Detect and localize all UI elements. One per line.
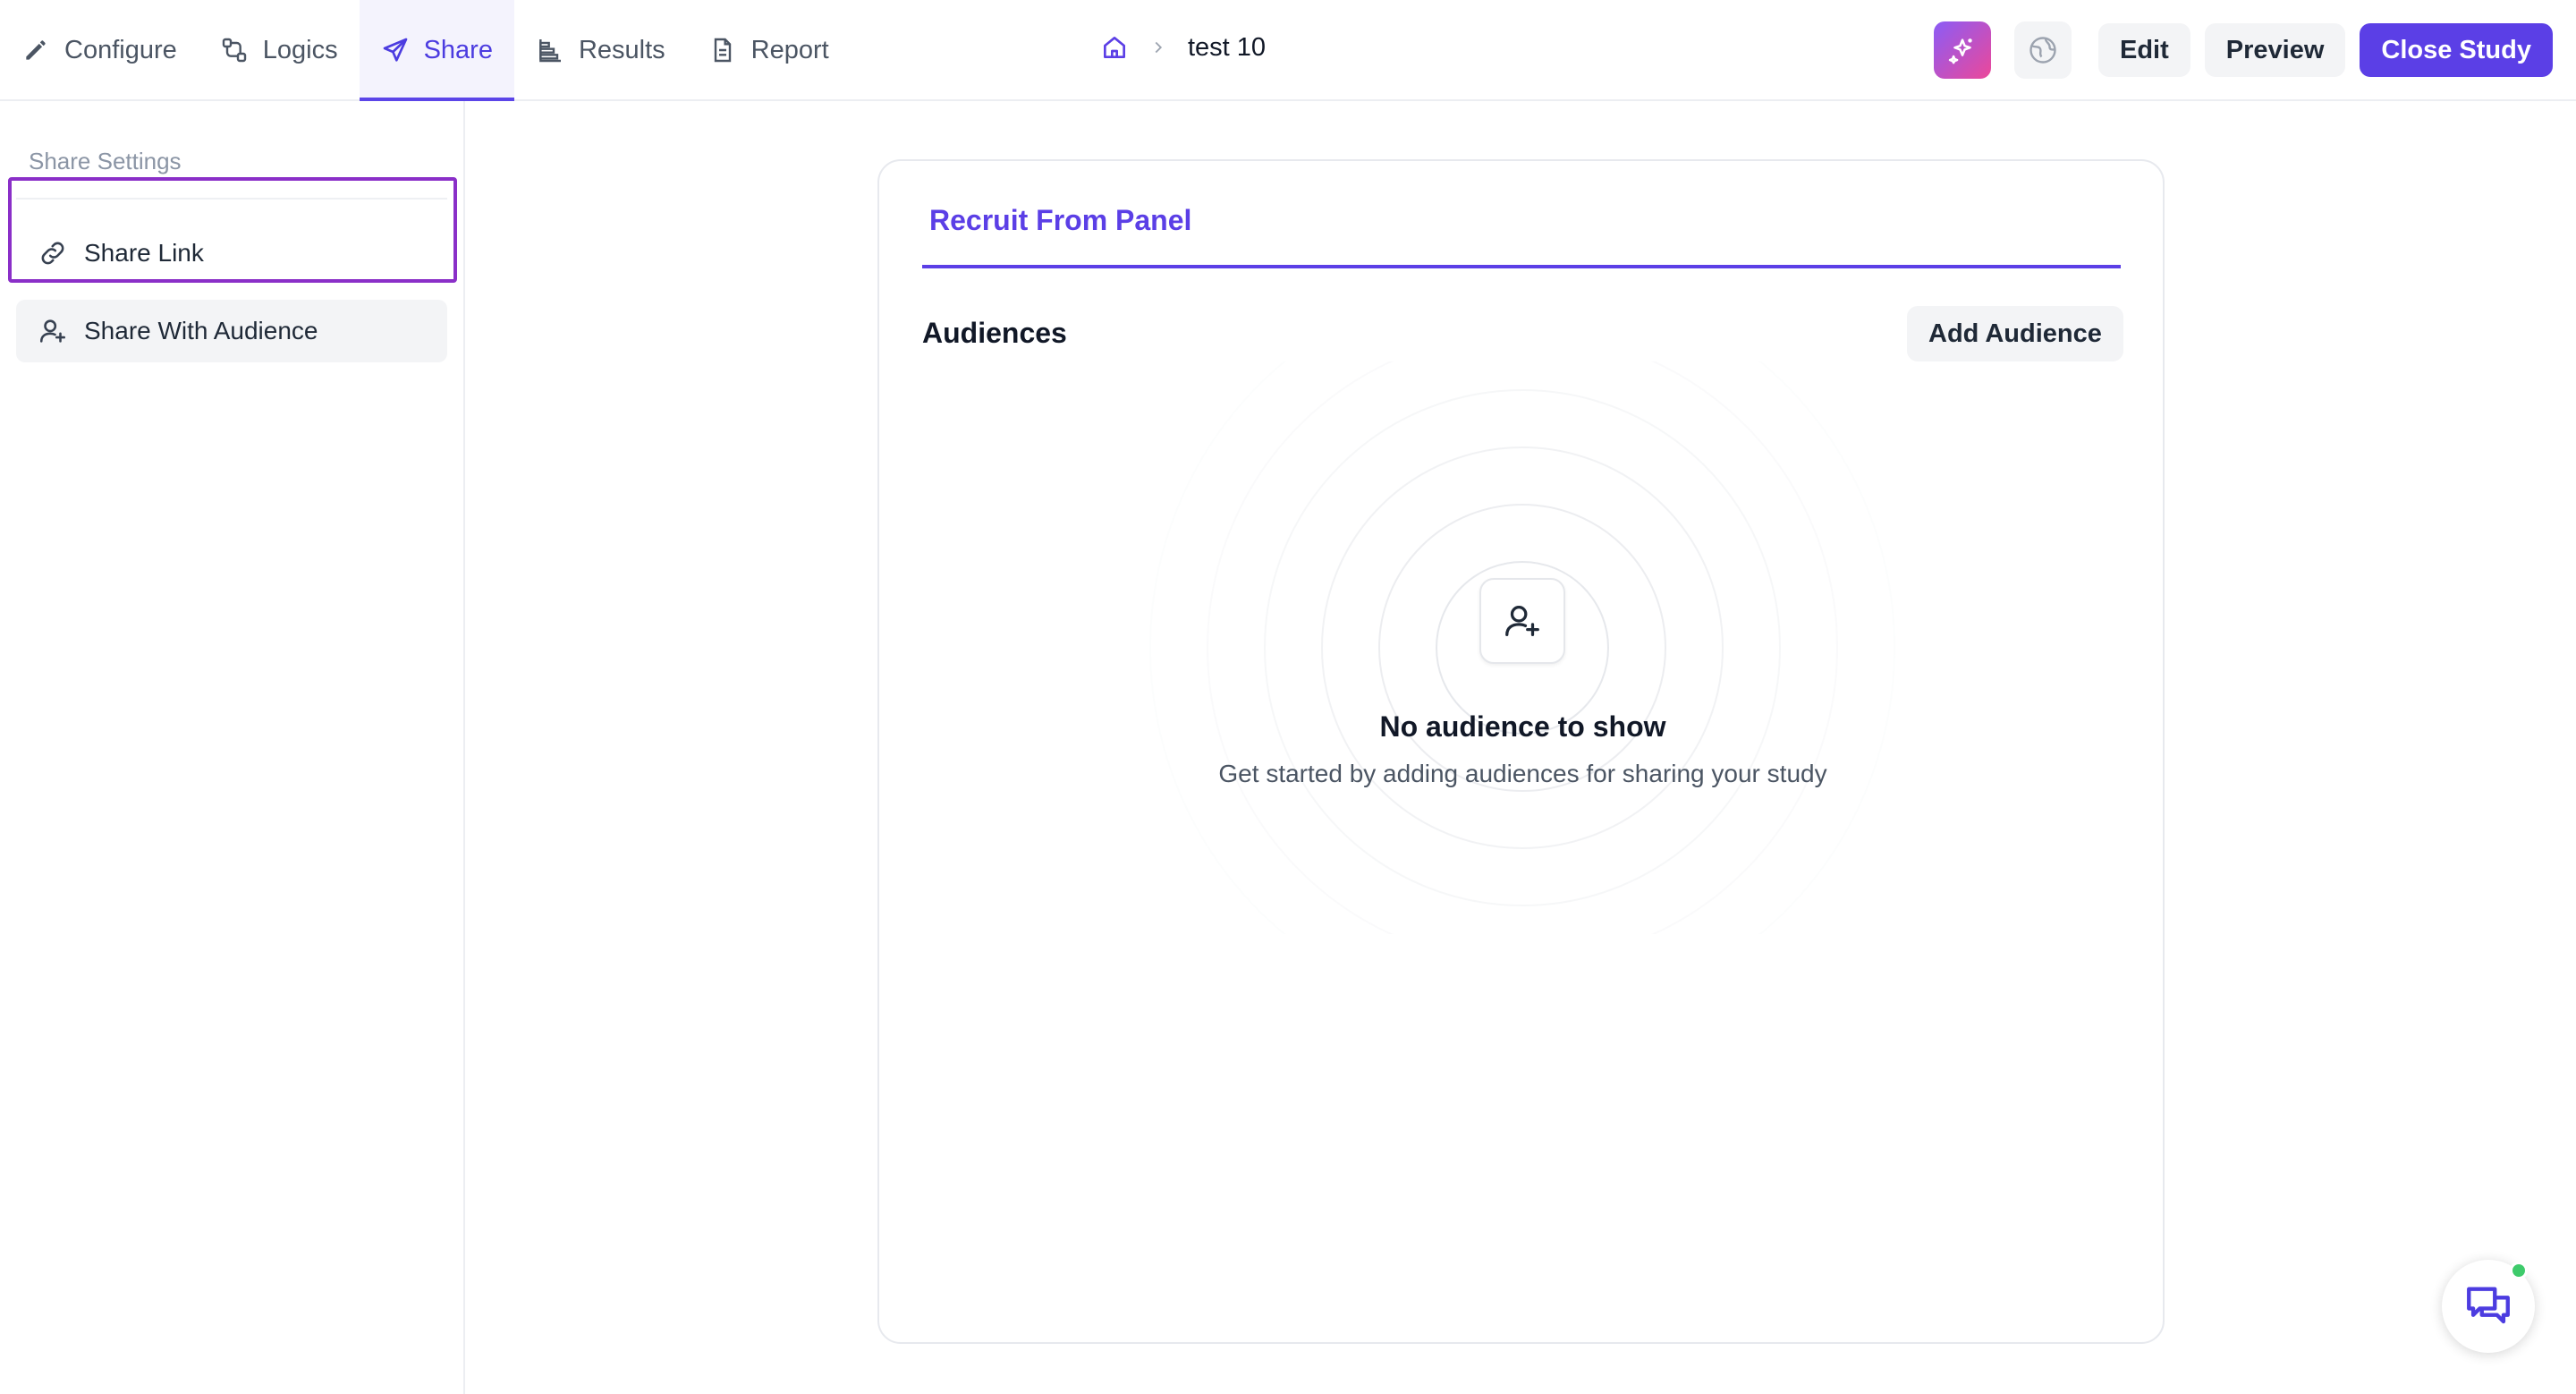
study-name: test 10 <box>1188 32 1267 62</box>
sparkles-icon <box>1948 38 1972 64</box>
home-icon[interactable] <box>1100 33 1129 62</box>
theme-button[interactable] <box>2013 21 2072 79</box>
chevron-right-icon <box>1155 41 1163 54</box>
edit-button[interactable]: Edit <box>2097 23 2190 77</box>
document-icon <box>714 38 731 63</box>
sidebar-item-label: Share With Audience <box>84 317 318 344</box>
sidebar-item-share-with-audience[interactable]: Share With Audience <box>16 300 447 362</box>
chat-bubbles-icon <box>2467 1287 2510 1324</box>
user-plus-icon <box>39 319 66 343</box>
empty-state-subtitle: Get started by adding audiences for shar… <box>1218 760 1827 787</box>
link-icon <box>41 242 64 265</box>
user-plus-icon <box>1505 606 1539 636</box>
tab-label: Results <box>578 35 665 64</box>
audiences-title: Audiences <box>922 317 1067 349</box>
tab-label: Recruit From Panel <box>929 204 1192 236</box>
breadcrumb: test 10 <box>1100 0 1266 95</box>
empty-state-icon-box <box>1479 578 1565 664</box>
sidebar-item-share-link[interactable]: Share Link <box>16 222 447 285</box>
logic-nodes-icon <box>222 38 246 63</box>
sidebar-divider <box>16 198 447 200</box>
online-status-dot <box>2510 1262 2528 1279</box>
close-study-button[interactable]: Close Study <box>2360 23 2553 77</box>
tab-results[interactable]: Results <box>514 0 687 100</box>
pencil-icon <box>26 40 46 60</box>
tab-share[interactable]: Share <box>359 0 515 101</box>
bar-chart-icon <box>539 39 561 63</box>
share-settings-sidebar: Share Settings Share Link Share With Aud… <box>0 101 465 1394</box>
tab-label: Logics <box>262 35 338 64</box>
tab-label: Report <box>750 35 829 64</box>
add-audience-button[interactable]: Add Audience <box>1907 306 2123 361</box>
recruit-panel-card: Recruit From Panel Audiences Add Audienc… <box>877 159 2165 1344</box>
sidebar-heading: Share Settings <box>29 148 182 174</box>
tab-label: Configure <box>64 35 177 64</box>
tab-configure[interactable]: Configure <box>0 0 199 100</box>
main-nav: Configure Logics Share Results Report <box>0 0 851 101</box>
tab-logics[interactable]: Logics <box>199 0 360 100</box>
tab-label: Share <box>423 35 493 64</box>
chat-launcher-button[interactable] <box>2442 1260 2535 1353</box>
ai-assistant-button[interactable] <box>1933 21 1991 79</box>
sidebar-item-label: Share Link <box>84 239 204 267</box>
tab-recruit-from-panel[interactable]: Recruit From Panel <box>922 200 2121 268</box>
top-bar: Configure Logics Share Results Report te… <box>0 0 2576 101</box>
top-actions: Edit Preview Close Study <box>1933 21 2553 79</box>
globe-palette-icon <box>2029 37 2056 64</box>
preview-button[interactable]: Preview <box>2204 23 2346 77</box>
send-icon <box>383 38 407 62</box>
tab-report[interactable]: Report <box>687 0 851 100</box>
empty-state-title: No audience to show <box>1379 710 1666 743</box>
